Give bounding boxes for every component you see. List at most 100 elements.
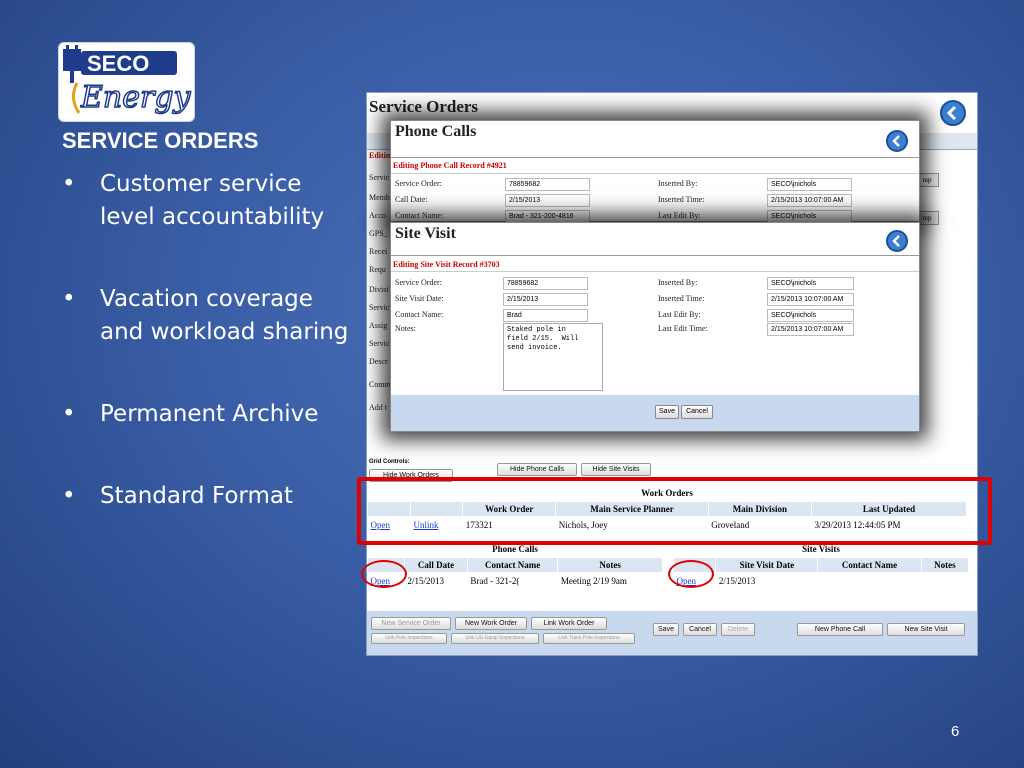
table-row: Open 2/15/2013 — [674, 573, 969, 590]
notes-cell — [921, 573, 968, 590]
site-visits-table: Site Visits Site Visit Date Contact Name… — [672, 541, 970, 590]
new-phone-call-button[interactable]: New Phone Call — [797, 623, 883, 636]
last-edit-time-field: 2/15/2013 10:07:00 AM — [767, 323, 854, 336]
column-header: Notes — [557, 557, 663, 573]
inserted-by-field: SECO\jnichols — [767, 277, 854, 290]
site-visit-open-highlight — [668, 560, 714, 588]
bullet-text: Permanent Archive — [100, 401, 319, 427]
field-label: Memb — [369, 193, 390, 202]
field-label: Assig — [369, 321, 388, 330]
inserted-time-label: Inserted Time: — [658, 195, 705, 204]
field-label: Requ — [369, 265, 386, 274]
link-pole-inspections-button[interactable]: Link Pole Inspections — [371, 633, 447, 644]
phone-calls-dialog: Phone Calls Editing Phone Call Record #4… — [390, 120, 920, 223]
back-arrow-icon[interactable] — [885, 129, 909, 158]
field-label: Acco — [369, 211, 386, 220]
inserted-time-label: Inserted Time: — [658, 294, 705, 303]
link-ug-equip-button[interactable]: Link UG Equip Inspections — [451, 633, 539, 644]
inserted-time-field: 2/15/2013 10:07:00 AM — [767, 293, 854, 306]
new-work-order-button[interactable]: New Work Order — [455, 617, 527, 630]
link-work-order-button[interactable]: Link Work Order — [531, 617, 607, 630]
phone-calls-table: Phone Calls Call Date Contact Name Notes… — [367, 541, 663, 589]
bullet-marker: • — [62, 171, 76, 197]
field-label: GPS_ — [369, 229, 388, 238]
contact-name-field[interactable]: Brad — [503, 309, 588, 322]
call-date-cell: 2/15/2013 — [407, 576, 445, 586]
bottom-toolbar: New Service Order New Work Order Link Wo… — [367, 611, 977, 655]
new-site-visit-button[interactable]: New Site Visit — [887, 623, 965, 636]
site-visit-date-cell: 2/15/2013 — [718, 576, 756, 586]
column-header: Call Date — [404, 557, 468, 573]
notes-label: Notes: — [395, 324, 416, 333]
bullet-item: • Standard Format — [62, 480, 362, 513]
bullet-item: • Permanent Archive — [62, 398, 362, 431]
logo-seco-text: SECO — [87, 51, 149, 76]
field-label: Servic — [369, 173, 390, 182]
service-order-label: Service Order: — [395, 278, 442, 287]
site-visit-dialog-title: Site Visit — [395, 225, 456, 242]
site-visit-date-field[interactable]: 2/15/2013 — [503, 293, 588, 306]
column-header: Site Visit Date — [715, 557, 819, 573]
slide-title: SERVICE ORDERS — [62, 128, 259, 153]
site-visit-date-label: Site Visit Date: — [395, 294, 444, 303]
last-edit-time-label: Last Edit Time: — [658, 324, 708, 333]
bullet-item: • Customer service level accountability — [62, 168, 362, 234]
inserted-time-field: 2/15/2013 10:07:00 AM — [767, 194, 852, 207]
last-edit-by-field: SECO\jnichols — [767, 309, 854, 322]
table-row: Open 2/15/2013 Brad - 321-2( Meeting 2/1… — [368, 573, 663, 590]
bullet-marker: • — [62, 401, 76, 427]
cancel-button[interactable]: Cancel — [683, 623, 717, 636]
field-label: Descr — [369, 357, 388, 366]
hide-phone-calls-button[interactable]: Hide Phone Calls — [497, 463, 577, 476]
new-service-order-button[interactable]: New Service Order — [371, 617, 451, 630]
contact-cell: Brad - 321-2( — [470, 576, 520, 586]
contact-name-label: Contact Name: — [395, 211, 444, 220]
save-button[interactable]: Save — [653, 623, 679, 636]
notes-textarea[interactable]: Staked pole in field 2/15. Will send inv… — [503, 323, 603, 391]
editing-tab[interactable]: Editin — [369, 151, 390, 160]
phone-call-open-highlight — [361, 560, 407, 588]
service-orders-title: Service Orders — [369, 97, 479, 116]
contact-cell — [818, 573, 921, 590]
service-order-field[interactable]: 78859682 — [505, 178, 590, 191]
bullet-marker: • — [62, 483, 76, 509]
work-orders-highlight — [357, 477, 992, 545]
grid-controls-label: Grid Controls: — [369, 459, 410, 465]
delete-button[interactable]: Delete — [721, 623, 755, 636]
field-label: Recei — [369, 247, 388, 256]
phone-calls-dialog-title: Phone Calls — [395, 123, 477, 140]
column-header: Notes — [920, 557, 970, 573]
contact-name-label: Contact Name: — [395, 310, 444, 319]
field-label: Servic — [369, 339, 390, 348]
field-label: Add t — [369, 403, 387, 412]
field-label: Divisi — [369, 285, 389, 294]
call-date-label: Call Date: — [395, 195, 428, 204]
bullet-text: Vacation coverage and workload sharing — [100, 286, 349, 345]
phone-call-record-subtitle: Editing Phone Call Record #4921 — [393, 161, 507, 170]
bullet-marker: • — [62, 286, 76, 312]
site-visit-dialog: Site Visit Editing Site Visit Record #37… — [390, 222, 920, 432]
field-label: Servic — [369, 303, 390, 312]
site-visit-record-subtitle: Editing Site Visit Record #3703 — [393, 260, 500, 269]
notes-cell: Meeting 2/19 9am — [560, 576, 627, 586]
last-edit-by-label: Last Edit By: — [658, 310, 701, 319]
cancel-button[interactable]: Cancel — [681, 405, 713, 419]
last-edit-by-label: Last Edit By: — [658, 211, 701, 220]
inserted-by-label: Inserted By: — [658, 179, 698, 188]
save-button[interactable]: Save — [655, 405, 679, 419]
seco-energy-logo: SECO Energy — [58, 42, 195, 122]
bullet-list: • Customer service level accountability •… — [62, 168, 362, 562]
service-order-label: Service Order: — [395, 179, 442, 188]
service-order-field[interactable]: 78859682 — [503, 277, 588, 290]
back-arrow-icon[interactable] — [939, 99, 967, 132]
bullet-text: Standard Format — [100, 483, 293, 509]
column-header: Contact Name — [466, 557, 559, 573]
link-trans-pole-button[interactable]: Link Trans Pole Inspections — [543, 633, 635, 644]
hide-site-visits-button[interactable]: Hide Site Visits — [581, 463, 651, 476]
back-arrow-icon[interactable] — [885, 229, 909, 258]
call-date-field[interactable]: 2/15/2013 — [505, 194, 590, 207]
dialog-footer: Save Cancel — [391, 395, 919, 431]
inserted-by-label: Inserted By: — [658, 278, 698, 287]
field-label: Comm — [369, 380, 391, 389]
inserted-by-field: SECO\jnichols — [767, 178, 852, 191]
